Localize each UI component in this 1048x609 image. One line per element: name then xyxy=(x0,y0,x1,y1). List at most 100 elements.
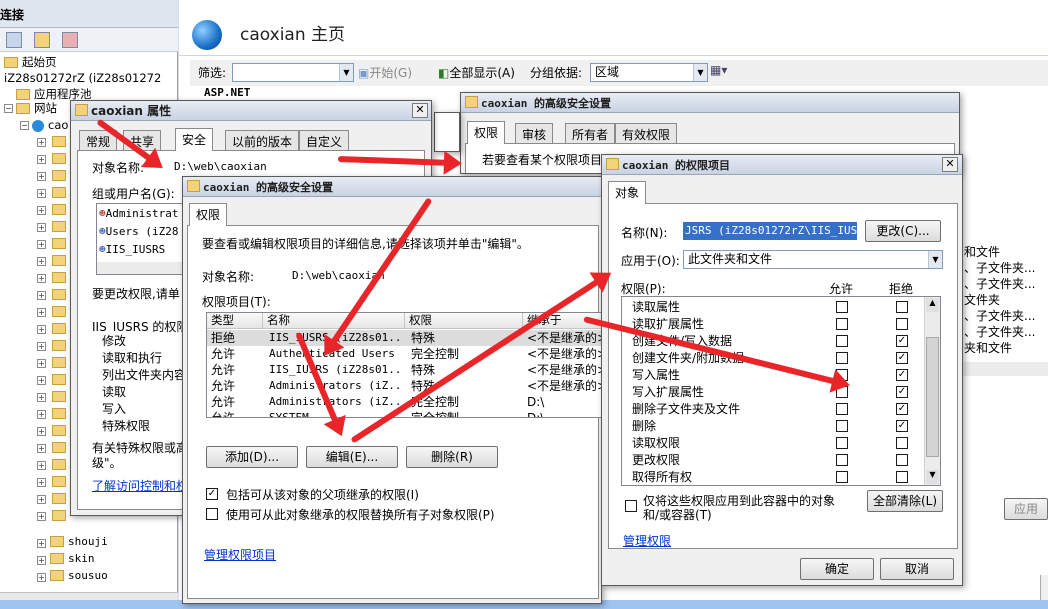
save-icon[interactable] xyxy=(6,32,22,48)
cancel-button[interactable]: 取消 xyxy=(880,558,954,580)
tab-audit[interactable]: 审核 xyxy=(515,123,554,144)
allow-checkbox[interactable] xyxy=(836,301,848,313)
deny-checkbox[interactable] xyxy=(896,454,908,466)
allow-checkbox[interactable] xyxy=(836,352,848,364)
disconnect-icon[interactable] xyxy=(62,32,78,48)
group-by-select[interactable]: 区域 ▼ xyxy=(590,63,708,82)
expand-icon[interactable]: + xyxy=(37,291,46,300)
tab-permissions[interactable]: 权限 xyxy=(189,203,228,226)
principal-name-field[interactable]: JSRS (iZ28s01272rZ\IIS_IUSRS) xyxy=(683,222,857,240)
allow-checkbox[interactable] xyxy=(836,318,848,330)
expand-icon[interactable]: + xyxy=(37,427,46,436)
tab-owner[interactable]: 所有者 xyxy=(565,123,616,144)
perm-entry-list[interactable]: 读取属性 读取扩展属性 创建文件/写入数据✓ 创建文件夹/附加数据✓ 写入属性✓… xyxy=(621,296,941,486)
deny-checkbox[interactable] xyxy=(896,318,908,330)
close-icon[interactable]: ✕ xyxy=(942,157,958,172)
expand-icon[interactable]: + xyxy=(37,155,46,164)
right-list-hscroll[interactable] xyxy=(960,362,1048,376)
tab-effective[interactable]: 有效权限 xyxy=(615,123,678,144)
table-row[interactable]: 允许 Administrators (iZ... 特殊 <不是继承的> xyxy=(207,378,601,394)
expand-icon[interactable]: + xyxy=(37,444,46,453)
expand-icon[interactable]: + xyxy=(37,410,46,419)
expand-icon[interactable]: + xyxy=(37,325,46,334)
deny-checkbox[interactable] xyxy=(896,471,908,483)
deny-checkbox[interactable]: ✓ xyxy=(896,403,908,415)
deny-checkbox[interactable]: ✓ xyxy=(896,386,908,398)
manage-entries-link[interactable]: 管理权限项目 xyxy=(204,546,276,563)
expand-icon[interactable]: + xyxy=(37,308,46,317)
expand-icon[interactable]: + xyxy=(37,223,46,232)
start-button[interactable]: ▣开始(G) xyxy=(358,64,412,81)
tree-item-site-caoxian[interactable]: cao xyxy=(32,117,72,134)
tree-item-server[interactable]: iZ28s01272rZ (iZ28s01272 xyxy=(4,70,176,87)
tree-folder-sousuo[interactable]: + sousuo xyxy=(37,567,108,584)
user-item[interactable]: ☻IIS_IUSRS xyxy=(97,242,185,258)
remove-button[interactable]: 删除(R) xyxy=(406,446,498,468)
expand-icon[interactable]: + xyxy=(37,240,46,249)
deny-checkbox[interactable]: ✓ xyxy=(896,335,908,347)
tab-custom[interactable]: 自定义 xyxy=(299,130,350,151)
deny-checkbox[interactable]: ✓ xyxy=(896,420,908,432)
deny-checkbox[interactable] xyxy=(896,301,908,313)
tab-previous-versions[interactable]: 以前的版本 xyxy=(225,130,300,151)
expand-icon[interactable]: + xyxy=(37,495,46,504)
table-row[interactable]: 拒绝 IIS_IUSRS (iZ28s01... 特殊 <不是继承的> xyxy=(207,330,601,346)
chevron-down-icon[interactable]: ▼ xyxy=(339,64,353,81)
allow-checkbox[interactable] xyxy=(836,335,848,347)
inherit-checkbox[interactable]: ✓ xyxy=(206,488,218,500)
expand-icon[interactable]: − xyxy=(4,104,13,113)
chevron-down-icon[interactable]: ▼ xyxy=(693,64,707,81)
tab-object[interactable]: 对象 xyxy=(608,181,647,204)
tree-item-start-page[interactable]: 起始页 xyxy=(4,54,57,71)
scroll-up-icon[interactable]: ▲ xyxy=(926,298,939,312)
filter-input[interactable]: ▼ xyxy=(232,63,354,82)
expand-icon[interactable]: + xyxy=(37,359,46,368)
col-type[interactable]: 类型 xyxy=(207,313,263,329)
deny-checkbox[interactable]: ✓ xyxy=(896,369,908,381)
table-row[interactable]: 允许 SYSTEM 完全控制 D:\ xyxy=(207,410,601,417)
expand-icon[interactable]: + xyxy=(37,172,46,181)
allow-checkbox[interactable] xyxy=(836,403,848,415)
show-all-button[interactable]: ◧全部显示(A) xyxy=(438,64,515,81)
table-row[interactable]: 允许 Authenticated Users 完全控制 <不是继承的> xyxy=(207,346,601,362)
manage-permissions-link[interactable]: 管理权限 xyxy=(623,532,671,549)
expand-icon[interactable]: + xyxy=(37,376,46,385)
tree-item-sites[interactable]: 网站 xyxy=(16,100,57,117)
edit-button[interactable]: 编辑(E)... xyxy=(306,446,398,468)
expand-icon[interactable]: + xyxy=(37,206,46,215)
expand-icon[interactable]: + xyxy=(37,478,46,487)
tree-folder-shouji[interactable]: + shouji xyxy=(37,533,108,550)
scroll-thumb[interactable] xyxy=(926,337,939,457)
perm-list-scrollbar[interactable]: ▲ ▼ xyxy=(924,297,940,485)
expand-icon[interactable]: + xyxy=(37,257,46,266)
up-folder-icon[interactable] xyxy=(34,32,50,48)
tab-permissions[interactable]: 权限 xyxy=(467,121,506,144)
expand-icon[interactable]: + xyxy=(37,393,46,402)
add-button[interactable]: 添加(D)... xyxy=(206,446,298,468)
view-mode-icon[interactable]: ▦▾ xyxy=(710,63,727,77)
expand-icon[interactable]: + xyxy=(37,461,46,470)
replace-checkbox[interactable] xyxy=(206,508,218,520)
expand-icon[interactable]: + xyxy=(37,342,46,351)
clear-all-button[interactable]: 全部清除(L) xyxy=(867,490,943,512)
access-control-link[interactable]: 了解访问控制和权 xyxy=(92,477,188,494)
close-icon[interactable]: ✕ xyxy=(412,103,428,118)
apply-only-checkbox[interactable] xyxy=(625,500,637,512)
expand-icon[interactable]: − xyxy=(20,121,29,130)
table-row[interactable]: 允许 IIS_IUSRS (iZ28s01... 特殊 <不是继承的> xyxy=(207,362,601,378)
allow-checkbox[interactable] xyxy=(836,420,848,432)
tab-security[interactable]: 安全 xyxy=(175,128,214,151)
user-list[interactable]: ☻Administrat ☻Users (iZ28 ☻IIS_IUSRS xyxy=(96,203,186,275)
ok-button[interactable]: 确定 xyxy=(800,558,874,580)
allow-checkbox[interactable] xyxy=(836,437,848,449)
col-name[interactable]: 名称 xyxy=(263,313,405,329)
apply-to-select[interactable]: 此文件夹和文件 ▼ xyxy=(683,250,943,269)
user-list-hscroll[interactable] xyxy=(97,262,185,274)
allow-checkbox[interactable] xyxy=(836,454,848,466)
expand-icon[interactable]: + xyxy=(37,189,46,198)
scroll-down-icon[interactable]: ▼ xyxy=(926,470,939,484)
user-item[interactable]: ☻Users (iZ28 xyxy=(97,224,185,240)
expand-icon[interactable]: + xyxy=(37,138,46,147)
chevron-down-icon[interactable]: ▼ xyxy=(928,251,942,268)
deny-checkbox[interactable]: ✓ xyxy=(896,352,908,364)
